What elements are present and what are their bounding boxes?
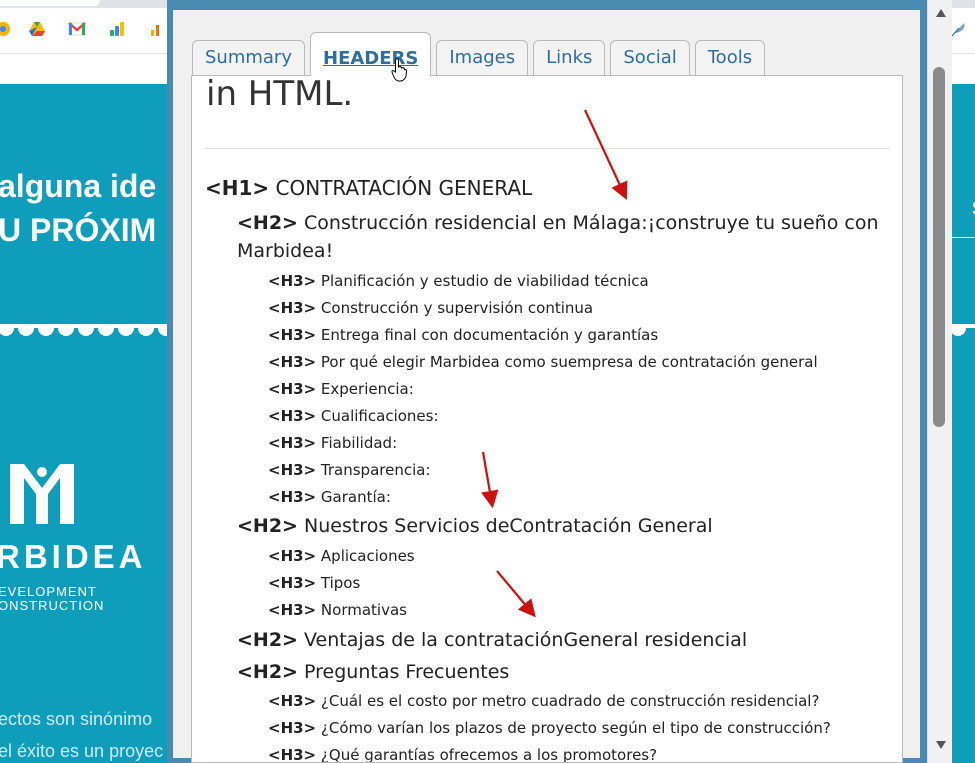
heading-text: Transparencia: [320, 461, 431, 479]
heading-item-h3: <H3> Experiencia: [268, 380, 414, 398]
heading-item-h3: <H3> Normativas [268, 601, 407, 619]
heading-tag: <H3> [268, 272, 317, 290]
heading-tag: <H3> [268, 434, 317, 452]
heading-tag: <H3> [268, 461, 317, 479]
heading-item-h1: <H1> CONTRATACIÓN GENERAL [205, 176, 532, 200]
body-text-line-1: ectos son sinónimo [0, 709, 153, 729]
heading-text: Ventajas de la contrataciónGeneral resid… [304, 629, 748, 651]
heading-item-h3: <H3> ¿Cómo varían los plazos de proyecto… [268, 719, 831, 737]
analytics-icon[interactable] [108, 20, 126, 38]
heading-text: Construcción residencial en Málaga:¡cons… [304, 212, 879, 234]
search-console-icon[interactable] [148, 20, 166, 38]
heading-item-h3: <H3> Garantía: [268, 488, 391, 506]
heading-text: ¿Qué garantías ofrecemos a los promotore… [320, 746, 658, 763]
heading-text: Preguntas Frecuentes [304, 661, 510, 683]
heading-item-h3: <H3> Tipos [268, 574, 360, 592]
heading-item-h3: <H3> Cualificaciones: [268, 407, 439, 425]
heading-item-h3: <H3> Entrega final con documentación y g… [268, 326, 658, 344]
heading-tag: <H3> [268, 407, 317, 425]
heading-text: Planificación y estudio de viabilidad té… [320, 272, 649, 290]
heading-tag: <H3> [268, 380, 317, 398]
heading-tag: <H3> [268, 547, 317, 565]
heading-tag: <H3> [268, 353, 317, 371]
content-separator [204, 148, 890, 149]
right-edge-strip: S [948, 88, 975, 238]
heading-text: Experiencia: [320, 380, 414, 398]
red-arrow-icon [481, 451, 499, 509]
heading-tag: <H2> [237, 661, 298, 683]
heading-text: ¿Cuál es el costo por metro cuadrado de … [320, 692, 820, 710]
hero-heading-line-2: U PRÓXIM [0, 212, 157, 248]
heading-text: Por qué elegir Marbidea como suempresa d… [320, 353, 818, 371]
heading-tag: <H3> [268, 488, 317, 506]
heading-item-h2: <H2> Ventajas de la contrataciónGeneral … [237, 629, 747, 651]
heading-text: Garantía: [320, 488, 391, 506]
heading-tag: <H1> [205, 176, 270, 200]
chrome-apps-icon[interactable] [0, 20, 12, 38]
heading-item-h2: <H2> Nuestros Servicios deContratación G… [237, 515, 713, 537]
heading-item-h3: <H3> Transparencia: [268, 461, 431, 479]
heading-text: Nuestros Servicios deContratación Genera… [304, 515, 713, 537]
tab-tools[interactable]: Tools [694, 40, 766, 76]
tab-summary[interactable]: Summary [192, 40, 305, 76]
heading-tag: <H2> [237, 515, 298, 537]
heading-text: CONTRATACIÓN GENERAL [275, 176, 533, 200]
heading-tag: <H3> [268, 574, 317, 592]
tagline-line-2: ONSTRUCTION [0, 598, 105, 613]
heading-tag: <H3> [268, 719, 317, 737]
heading-item-h3: <H3> Planificación y estudio de viabilid… [268, 272, 649, 290]
heading-tag: <H3> [268, 692, 317, 710]
hero-heading-line-1: alguna ide [0, 168, 157, 204]
heading-item-h3: <H3> ¿Qué garantías ofrecemos a los prom… [268, 746, 658, 763]
heading-text: Aplicaciones [320, 547, 415, 565]
content-top-text: in HTML. [206, 75, 354, 114]
heading-text: Construcción y supervisión continua [320, 299, 594, 317]
heading-text: Fiabilidad: [320, 434, 398, 452]
heading-item-h3: <H3> Aplicaciones [268, 547, 415, 565]
tab-social[interactable]: Social [610, 40, 690, 76]
gmail-icon[interactable] [68, 20, 86, 38]
heading-item-h3: <H3> Por qué elegir Marbidea como suempr… [268, 353, 818, 371]
scrollbar-thumb[interactable] [933, 67, 945, 427]
heading-tag: <H3> [268, 299, 317, 317]
tab-images[interactable]: Images [436, 40, 529, 76]
popup-scrollbar[interactable] [927, 0, 952, 763]
seo-extension-popup: Summary HEADERS Images Links Social Tool… [167, 0, 952, 763]
heading-item-h2: <H2> Construcción residencial en Málaga:… [237, 212, 879, 234]
headers-content-panel: in HTML. <H1> CONTRATACIÓN GENERAL <H2> … [191, 75, 903, 763]
heading-tag: <H3> [268, 746, 317, 763]
body-text-line-2: el éxito es un proyec [0, 741, 164, 761]
tagline-line-1: EVELOPMENT [0, 584, 97, 599]
popup-tabs: Summary HEADERS Images Links Social Tool… [192, 30, 770, 76]
heading-text: Tipos [320, 574, 361, 592]
scroll-up-arrow-icon[interactable] [935, 8, 947, 18]
heading-tag: <H2> [237, 212, 298, 234]
heading-text: Normativas [320, 601, 407, 619]
heading-tag: <H3> [268, 601, 317, 619]
heading-item-h3: <H3> Construcción y supervisión continua [268, 299, 593, 317]
heading-item-h3: <H3> ¿Cuál es el costo por metro cuadrad… [268, 692, 819, 710]
google-drive-icon[interactable] [28, 20, 46, 38]
brand-name: RBIDEA [0, 538, 147, 575]
heading-text: Marbidea! [237, 240, 334, 262]
hand-pointer-cursor-icon [391, 58, 407, 82]
tab-headers[interactable]: HEADERS [310, 32, 432, 76]
heading-text: Cualificaciones: [320, 407, 439, 425]
scroll-down-arrow-icon[interactable] [935, 740, 947, 750]
red-arrow-icon [584, 109, 628, 200]
heading-item-h2-continuation: Marbidea! [237, 240, 333, 262]
tab-links[interactable]: Links [533, 40, 606, 76]
heading-text: ¿Cómo varían los plazos de proyecto segú… [320, 719, 831, 737]
heading-tag: <H2> [237, 629, 298, 651]
marbidea-logo-icon [10, 464, 74, 524]
heading-text: Entrega final con documentación y garant… [320, 326, 659, 344]
red-arrow-icon [496, 570, 536, 618]
heading-item-h3: <H3> Fiabilidad: [268, 434, 397, 452]
heading-item-h2: <H2> Preguntas Frecuentes [237, 661, 509, 683]
heading-tag: <H3> [268, 326, 317, 344]
